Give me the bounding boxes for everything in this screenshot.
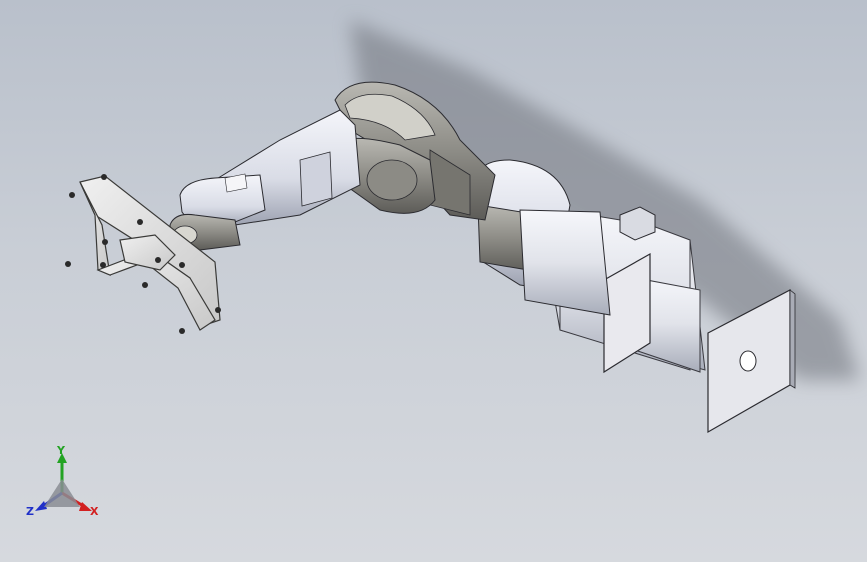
graphics-viewport[interactable]: Y X Z	[0, 0, 867, 562]
coordinate-triad: Y X Z	[26, 445, 99, 518]
z-axis-label: Z	[26, 505, 34, 518]
forearm[interactable]	[179, 109, 361, 229]
triad-plane	[44, 479, 80, 507]
x-axis-label: X	[90, 505, 99, 518]
robot-arm-model[interactable]	[0, 0, 867, 562]
y-axis-label: Y	[56, 445, 66, 457]
